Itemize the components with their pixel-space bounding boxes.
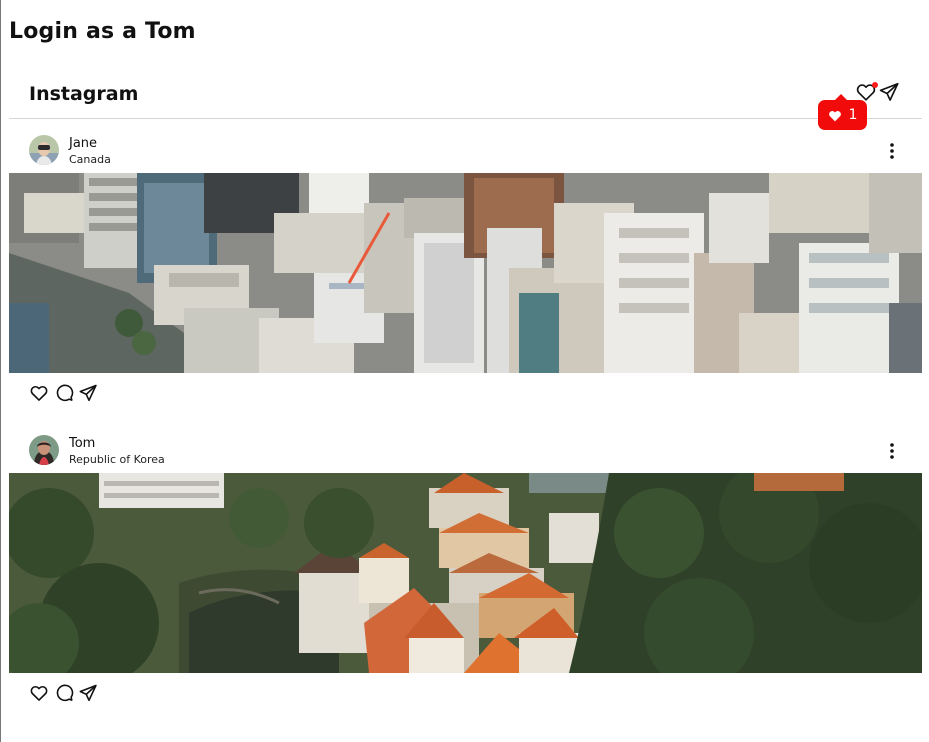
share-icon — [78, 383, 98, 403]
like-button[interactable] — [29, 683, 49, 703]
more-vertical-icon — [881, 140, 903, 162]
comment-button[interactable] — [54, 683, 74, 703]
window-left-border — [0, 0, 1, 742]
comment-icon — [54, 383, 74, 403]
post-username[interactable]: Tom — [69, 436, 95, 451]
comment-button[interactable] — [54, 383, 74, 403]
like-button[interactable] — [29, 383, 49, 403]
notification-count: 1 — [848, 107, 858, 123]
more-options-button[interactable] — [881, 140, 903, 162]
more-vertical-icon — [881, 440, 903, 462]
post-photo[interactable] — [9, 173, 922, 373]
more-options-button[interactable] — [881, 440, 903, 462]
app-header: Instagram — [9, 72, 922, 119]
send-icon — [878, 81, 900, 103]
direct-message-button[interactable] — [878, 81, 900, 103]
post-location: Canada — [69, 153, 111, 166]
avatar[interactable] — [29, 135, 59, 165]
page-heading: Login as a Tom — [9, 19, 196, 44]
notification-badge[interactable]: 1 — [818, 94, 867, 130]
heart-filled-icon — [828, 109, 842, 122]
share-button[interactable] — [78, 683, 98, 703]
post-header: Jane Canada — [9, 134, 922, 173]
post-actions — [9, 673, 922, 713]
post-photo[interactable] — [9, 473, 922, 673]
like-icon — [29, 383, 49, 403]
share-icon — [78, 683, 98, 703]
comment-icon — [54, 683, 74, 703]
post-jane: Jane Canada — [9, 134, 922, 413]
post-tom: Tom Republic of Korea — [9, 434, 922, 713]
post-header: Tom Republic of Korea — [9, 434, 922, 473]
post-location: Republic of Korea — [69, 453, 165, 466]
app-title: Instagram — [29, 83, 139, 105]
post-actions — [9, 373, 922, 413]
share-button[interactable] — [78, 383, 98, 403]
avatar[interactable] — [29, 435, 59, 465]
post-username[interactable]: Jane — [69, 136, 97, 151]
like-icon — [29, 683, 49, 703]
